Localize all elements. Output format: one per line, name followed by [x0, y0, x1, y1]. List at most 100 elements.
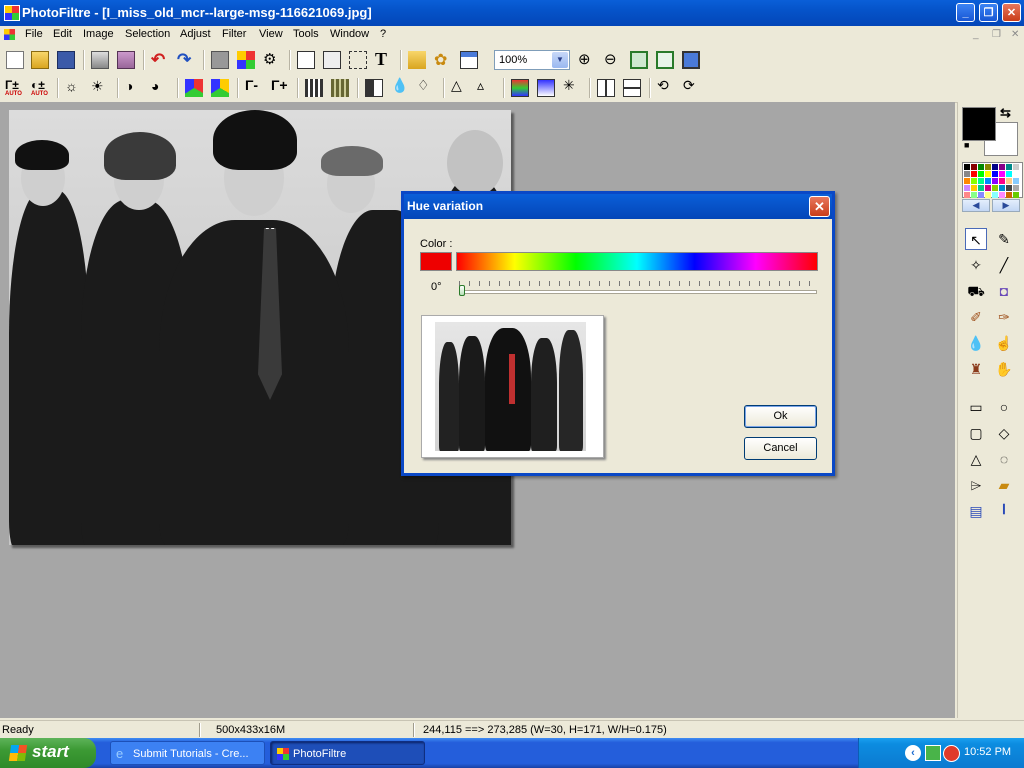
palette-swatch[interactable]: [985, 185, 991, 191]
magic-wand-icon[interactable]: ✧: [965, 254, 987, 276]
home-tray-icon[interactable]: [925, 745, 941, 761]
clone-stamp-icon[interactable]: ♜: [965, 358, 987, 380]
palette-swatch[interactable]: [992, 171, 998, 177]
menu-selection[interactable]: Selection: [125, 28, 170, 40]
text-icon[interactable]: T: [375, 49, 393, 69]
palette-swatch[interactable]: [978, 164, 984, 170]
palette-swatch[interactable]: [964, 164, 970, 170]
palette-swatch[interactable]: [999, 178, 1005, 184]
palette-next-button[interactable]: ▶: [992, 199, 1020, 212]
palette-swatch[interactable]: [999, 164, 1005, 170]
palette-swatch[interactable]: [1013, 192, 1019, 198]
menu-window[interactable]: Window: [330, 28, 369, 40]
ok-button[interactable]: Ok: [744, 405, 817, 428]
document-icon[interactable]: [4, 29, 15, 40]
swap-colors-icon[interactable]: ⇆: [1000, 105, 1011, 121]
effects-icon[interactable]: ✳: [563, 77, 581, 95]
zoom-in-icon[interactable]: ⊕: [578, 50, 596, 68]
text-selection-icon[interactable]: Ⅰ: [993, 500, 1015, 522]
lasso-icon[interactable]: ◌: [993, 448, 1015, 470]
fill-bucket-icon[interactable]: ⛟: [965, 280, 987, 302]
palette-swatch[interactable]: [964, 185, 970, 191]
open-selection-icon[interactable]: ▰: [993, 474, 1015, 496]
palette-swatch[interactable]: [1006, 171, 1012, 177]
chevron-down-icon[interactable]: ▼: [552, 52, 568, 68]
palette-swatch[interactable]: [978, 192, 984, 198]
dialog-title-bar[interactable]: Hue variation ✕: [404, 194, 832, 219]
palette-swatch[interactable]: [985, 178, 991, 184]
edge-icon[interactable]: ▵: [477, 77, 495, 95]
redo-icon[interactable]: ↷: [177, 50, 195, 69]
brush-icon[interactable]: ✐: [965, 306, 987, 328]
saturation-minus-icon[interactable]: [185, 79, 203, 97]
palette-swatch[interactable]: [1013, 171, 1019, 177]
explorer-icon[interactable]: [408, 51, 426, 69]
cancel-button[interactable]: Cancel: [744, 437, 817, 460]
saturation-plus-icon[interactable]: [211, 79, 229, 97]
palette-swatch[interactable]: [999, 185, 1005, 191]
dialog-close-icon[interactable]: ✕: [809, 196, 830, 217]
palette-swatch[interactable]: [1006, 178, 1012, 184]
soften-icon[interactable]: △: [451, 77, 469, 95]
rounded-rect-select-icon[interactable]: ▢: [965, 422, 987, 444]
zoom-out-icon[interactable]: ⊖: [604, 50, 622, 68]
smudge-icon[interactable]: ☝: [993, 332, 1015, 354]
palette-swatch[interactable]: [1013, 185, 1019, 191]
menu-image[interactable]: Image: [83, 28, 114, 40]
start-button[interactable]: start: [0, 738, 96, 768]
replace-color-icon[interactable]: [537, 79, 555, 97]
color-palette[interactable]: [962, 162, 1023, 198]
palette-swatch[interactable]: [992, 164, 998, 170]
close-button[interactable]: ✕: [1002, 3, 1021, 22]
flip-horizontal-icon[interactable]: [597, 79, 615, 97]
palette-swatch[interactable]: [964, 178, 970, 184]
spray-icon[interactable]: ◘: [993, 280, 1015, 302]
taskbar-item-browser[interactable]: e Submit Tutorials - Cre...: [110, 741, 265, 765]
palette-swatch[interactable]: [978, 185, 984, 191]
slider-thumb[interactable]: [459, 285, 465, 296]
palette-swatch[interactable]: [971, 178, 977, 184]
brightness-plus-icon[interactable]: ☀: [91, 78, 109, 96]
color-balance-icon[interactable]: [511, 79, 529, 97]
crop-icon[interactable]: [349, 51, 367, 69]
palette-swatch[interactable]: [992, 192, 998, 198]
antivirus-tray-icon[interactable]: [943, 745, 960, 762]
menu-filter[interactable]: Filter: [222, 28, 246, 40]
palette-swatch[interactable]: [985, 164, 991, 170]
menu-view[interactable]: View: [259, 28, 283, 40]
hand-icon[interactable]: ✋: [993, 358, 1015, 380]
rotate-left-icon[interactable]: ⟲: [657, 77, 675, 95]
scan-icon[interactable]: [117, 51, 135, 69]
palette-swatch[interactable]: [971, 171, 977, 177]
gamma-plus-icon[interactable]: Γ+: [271, 77, 289, 95]
print-icon[interactable]: [91, 51, 109, 69]
palette-swatch[interactable]: [1013, 164, 1019, 170]
reset-colors-icon[interactable]: ■: [964, 140, 969, 150]
fullscreen-icon[interactable]: [682, 51, 700, 69]
menu-edit[interactable]: Edit: [53, 28, 72, 40]
photofiltre-app-icon[interactable]: [4, 5, 20, 21]
triangle-select-icon[interactable]: △: [965, 448, 987, 470]
contrast-plus-icon[interactable]: ◕: [151, 78, 169, 96]
blur-drop-icon[interactable]: 💧: [965, 332, 987, 354]
sepia-filter-icon[interactable]: [331, 79, 349, 97]
title-bar[interactable]: PhotoFiltre - [I_miss_old_mcr--large-msg…: [0, 0, 1024, 26]
palette-swatch[interactable]: [978, 178, 984, 184]
palette-prev-button[interactable]: ◀: [962, 199, 990, 212]
fit-image-icon[interactable]: [630, 51, 648, 69]
plugins-icon[interactable]: ✿: [434, 50, 452, 69]
palette-swatch[interactable]: [1013, 178, 1019, 184]
diamond-select-icon[interactable]: ◇: [993, 422, 1015, 444]
image-size-icon[interactable]: [297, 51, 315, 69]
palette-swatch[interactable]: [964, 192, 970, 198]
canvas-size-icon[interactable]: [323, 51, 341, 69]
undo-icon[interactable]: ↶: [151, 50, 169, 69]
palette-swatch[interactable]: [999, 192, 1005, 198]
actual-size-icon[interactable]: [656, 51, 674, 69]
palette-swatch[interactable]: [992, 178, 998, 184]
negative-icon[interactable]: [365, 79, 383, 97]
rotate-right-icon[interactable]: ⟳: [683, 77, 701, 95]
grayscale-filter-icon[interactable]: [305, 79, 323, 97]
pointer-tool-icon[interactable]: ↖: [965, 228, 987, 250]
ellipse-select-icon[interactable]: ○: [993, 396, 1015, 418]
